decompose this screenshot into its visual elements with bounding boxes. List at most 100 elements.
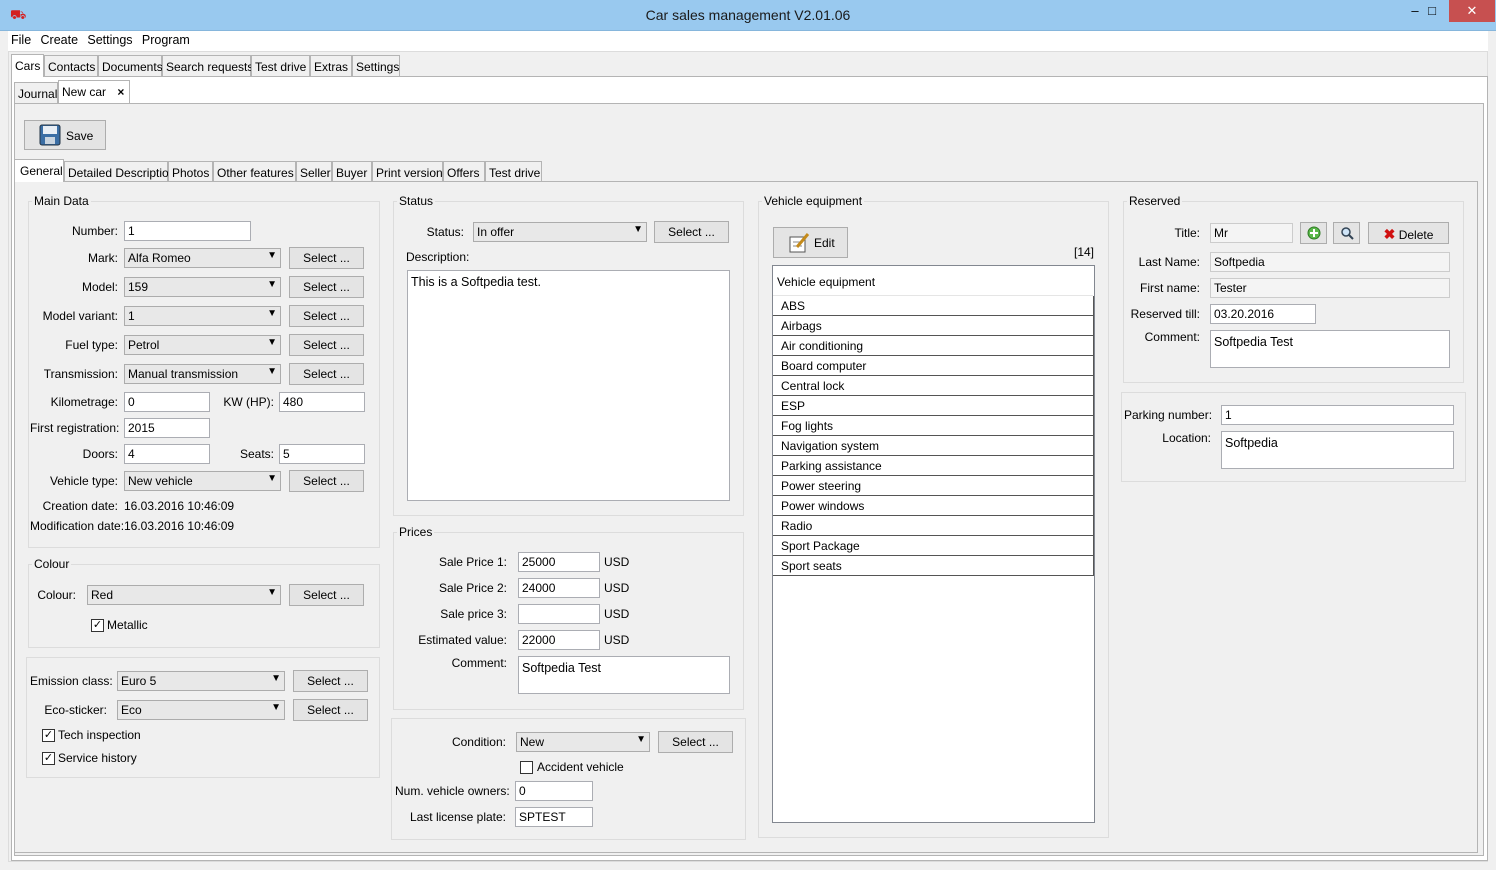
first-name-field[interactable]: Tester bbox=[1210, 278, 1450, 298]
fuel-select[interactable]: Petrol ▼ bbox=[124, 335, 281, 355]
condition-label: Condition: bbox=[451, 735, 506, 749]
colour-select[interactable]: Red ▼ bbox=[87, 585, 281, 605]
model-select[interactable]: 159 ▼ bbox=[124, 277, 281, 297]
list-item[interactable]: Power windows bbox=[773, 496, 1094, 516]
service-history-checkbox[interactable]: ✓ bbox=[42, 752, 55, 765]
status-select[interactable]: In offer ▼ bbox=[473, 222, 647, 242]
tab-documents[interactable]: Documents bbox=[98, 55, 163, 76]
location-field[interactable]: Softpedia bbox=[1221, 431, 1454, 469]
seats-field[interactable]: 5 bbox=[279, 444, 365, 464]
last-name-label: Last Name: bbox=[1138, 255, 1200, 269]
title-field[interactable]: Mr bbox=[1210, 223, 1293, 243]
prices-title: Prices bbox=[397, 525, 435, 539]
kw-field[interactable]: 480 bbox=[279, 392, 365, 412]
number-field[interactable]: 1 bbox=[124, 221, 251, 241]
tab-extras[interactable]: Extras bbox=[310, 55, 352, 76]
mark-select[interactable]: Alfa Romeo ▼ bbox=[124, 248, 281, 268]
list-item[interactable]: Radio bbox=[773, 516, 1094, 536]
list-item[interactable]: Central lock bbox=[773, 376, 1094, 396]
tab-test-drive[interactable]: Test drive bbox=[251, 55, 310, 76]
tab-buyer[interactable]: Buyer bbox=[332, 161, 372, 182]
variant-select-button[interactable]: Select ... bbox=[289, 305, 364, 327]
reserved-comment-field[interactable]: Softpedia Test bbox=[1210, 330, 1450, 368]
eco-sticker-select[interactable]: Eco ▼ bbox=[117, 700, 285, 720]
menu-settings[interactable]: Settings bbox=[84, 31, 135, 47]
vehicle-type-select-button[interactable]: Select ... bbox=[289, 470, 364, 492]
tab-other-features[interactable]: Other features bbox=[213, 161, 296, 182]
tab-offers[interactable]: Offers bbox=[443, 161, 485, 182]
tab-detail-test-drive[interactable]: Test drive bbox=[485, 161, 542, 182]
list-item[interactable]: Sport Package bbox=[773, 536, 1094, 556]
metallic-checkbox[interactable]: ✓ bbox=[91, 619, 104, 632]
list-item[interactable]: ABS bbox=[773, 296, 1094, 316]
status-select-button[interactable]: Select ... bbox=[654, 221, 729, 243]
title-label: Title: bbox=[1174, 226, 1200, 240]
estimated-value-field[interactable]: 22000 bbox=[518, 630, 600, 650]
list-item[interactable]: Airbags bbox=[773, 316, 1094, 336]
search-contact-button[interactable] bbox=[1333, 222, 1360, 244]
last-name-field[interactable]: Softpedia bbox=[1210, 252, 1450, 272]
save-button[interactable]: Save bbox=[24, 120, 106, 150]
tab-detailed-description[interactable]: Detailed Description bbox=[64, 161, 175, 182]
tab-journal[interactable]: Journal bbox=[14, 82, 58, 103]
reserved-till-field[interactable]: 03.20.2016 bbox=[1210, 304, 1316, 324]
sale-price-2-field[interactable]: 24000 bbox=[518, 578, 600, 598]
maximize-button[interactable]: □ bbox=[1420, 0, 1444, 22]
tab-print-version[interactable]: Print version bbox=[372, 161, 443, 182]
delete-reservation-button[interactable]: ✖ Delete bbox=[1368, 222, 1449, 244]
model-select-button[interactable]: Select ... bbox=[289, 276, 364, 298]
equipment-list-header[interactable]: Vehicle equipment bbox=[773, 266, 1093, 296]
sale-price-1-field[interactable]: 25000 bbox=[518, 552, 600, 572]
list-item[interactable]: ESP bbox=[773, 396, 1094, 416]
condition-select[interactable]: New ▼ bbox=[516, 732, 650, 752]
list-item[interactable]: Parking assistance bbox=[773, 456, 1094, 476]
license-plate-field[interactable]: SPTEST bbox=[515, 807, 593, 827]
first-name-label: First name: bbox=[1139, 281, 1200, 295]
emission-class-select[interactable]: Euro 5 ▼ bbox=[117, 671, 285, 691]
list-item[interactable]: Air conditioning bbox=[773, 336, 1094, 356]
menu-file[interactable]: File bbox=[8, 31, 34, 47]
close-button[interactable]: ✕ bbox=[1449, 0, 1495, 22]
list-item[interactable]: Fog lights bbox=[773, 416, 1094, 436]
eco-sticker-select-button[interactable]: Select ... bbox=[293, 699, 368, 721]
first-registration-field[interactable]: 2015 bbox=[124, 418, 210, 438]
emission-class-select-button[interactable]: Select ... bbox=[293, 670, 368, 692]
sale-price-3-field[interactable] bbox=[518, 604, 600, 624]
variant-select[interactable]: 1 ▼ bbox=[124, 306, 281, 326]
tab-settings[interactable]: Settings bbox=[352, 55, 400, 76]
mark-select-button[interactable]: Select ... bbox=[289, 247, 364, 269]
transmission-select-button[interactable]: Select ... bbox=[289, 363, 364, 385]
tech-inspection-checkbox[interactable]: ✓ bbox=[42, 729, 55, 742]
fuel-select-button[interactable]: Select ... bbox=[289, 334, 364, 356]
tab-cars[interactable]: Cars bbox=[11, 54, 44, 77]
list-item[interactable]: Sport seats bbox=[773, 556, 1094, 576]
list-item[interactable]: Power steering bbox=[773, 476, 1094, 496]
menu-create[interactable]: Create bbox=[38, 31, 82, 47]
colour-select-button[interactable]: Select ... bbox=[289, 584, 364, 606]
equipment-list[interactable]: Vehicle equipment ABS Airbags Air condit… bbox=[772, 265, 1095, 823]
description-textarea[interactable]: This is a Softpedia test. bbox=[407, 270, 730, 501]
tab-seller[interactable]: Seller bbox=[296, 161, 332, 182]
tab-photos[interactable]: Photos bbox=[168, 161, 213, 182]
parking-number-field[interactable]: 1 bbox=[1221, 405, 1454, 425]
seats-label: Seats: bbox=[239, 447, 274, 461]
vehicle-type-select[interactable]: New vehicle ▼ bbox=[124, 471, 281, 491]
currency-label: USD bbox=[604, 555, 630, 569]
close-tab-icon[interactable]: × bbox=[117, 85, 124, 99]
kilometrage-field[interactable]: 0 bbox=[124, 392, 210, 412]
vehicle-owners-field[interactable]: 0 bbox=[515, 781, 593, 801]
accident-vehicle-checkbox[interactable] bbox=[520, 761, 533, 774]
tab-contacts[interactable]: Contacts bbox=[44, 55, 98, 76]
list-item[interactable]: Navigation system bbox=[773, 436, 1094, 456]
tab-new-car[interactable]: New car × bbox=[58, 80, 130, 103]
list-item[interactable]: Board computer bbox=[773, 356, 1094, 376]
doors-field[interactable]: 4 bbox=[124, 444, 210, 464]
price-comment-field[interactable]: Softpedia Test bbox=[518, 656, 730, 694]
add-contact-button[interactable] bbox=[1300, 222, 1327, 244]
condition-select-button[interactable]: Select ... bbox=[658, 731, 733, 753]
menu-program[interactable]: Program bbox=[139, 31, 193, 47]
edit-equipment-button[interactable]: Edit bbox=[773, 227, 848, 258]
tab-general[interactable]: General bbox=[14, 159, 64, 182]
transmission-select[interactable]: Manual transmission ▼ bbox=[124, 364, 281, 384]
tab-search-requests[interactable]: Search requests bbox=[162, 55, 253, 76]
